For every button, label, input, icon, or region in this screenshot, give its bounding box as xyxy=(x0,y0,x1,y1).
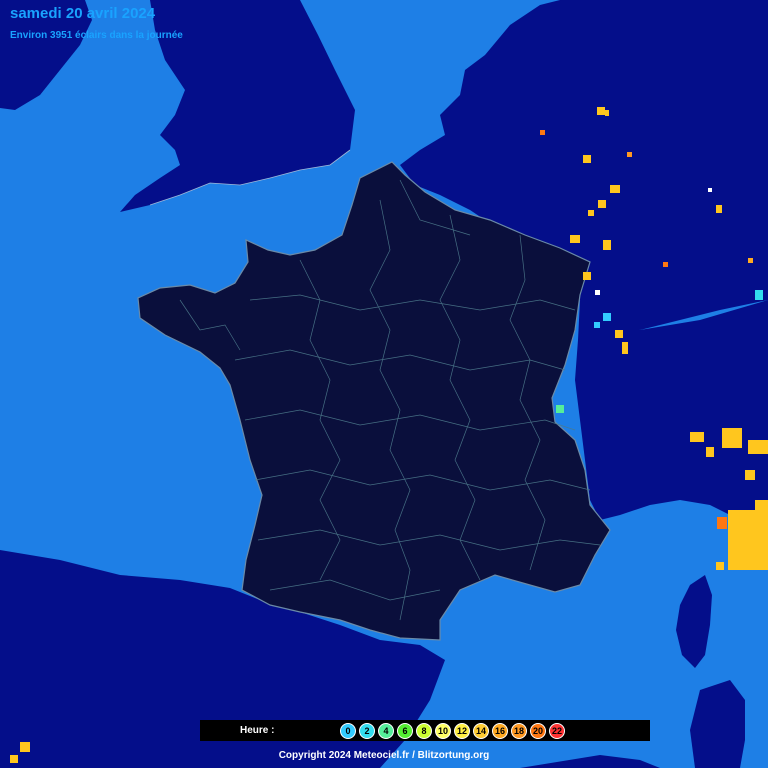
hour-marker-8: 8 xyxy=(416,722,432,739)
hour-legend: Heure : 0 2 4 6 8 10 12 14 16 18 20 22 xyxy=(200,720,650,741)
hour-marker-18: 18 xyxy=(511,722,527,739)
hour-marker-4: 4 xyxy=(378,722,394,739)
map-canvas xyxy=(0,0,768,768)
hour-marker-20: 20 xyxy=(530,722,546,739)
copyright-text: Copyright 2024 Meteociel.fr / Blitzortun… xyxy=(278,750,490,761)
legend-label: Heure : xyxy=(240,725,275,736)
hour-marker-6: 6 xyxy=(397,722,413,739)
continent-east xyxy=(575,300,768,520)
hour-marker-10: 10 xyxy=(435,722,451,739)
hour-marker-16: 16 xyxy=(492,722,508,739)
hour-marker-2: 2 xyxy=(359,722,375,739)
page-title: samedi 20 avril 2024 xyxy=(10,5,156,22)
strike-count-subtitle: Environ 3951 éclairs dans la journée xyxy=(10,30,183,41)
hour-marker-22: 22 xyxy=(549,722,565,739)
hour-marker-0: 0 xyxy=(340,722,356,739)
lightning-map: samedi 20 avril 2024 Environ 3951 éclair… xyxy=(0,0,768,768)
hour-marker-14: 14 xyxy=(473,722,489,739)
hour-marker-12: 12 xyxy=(454,722,470,739)
hour-list: 0 2 4 6 8 10 12 14 16 18 20 22 xyxy=(340,722,565,739)
